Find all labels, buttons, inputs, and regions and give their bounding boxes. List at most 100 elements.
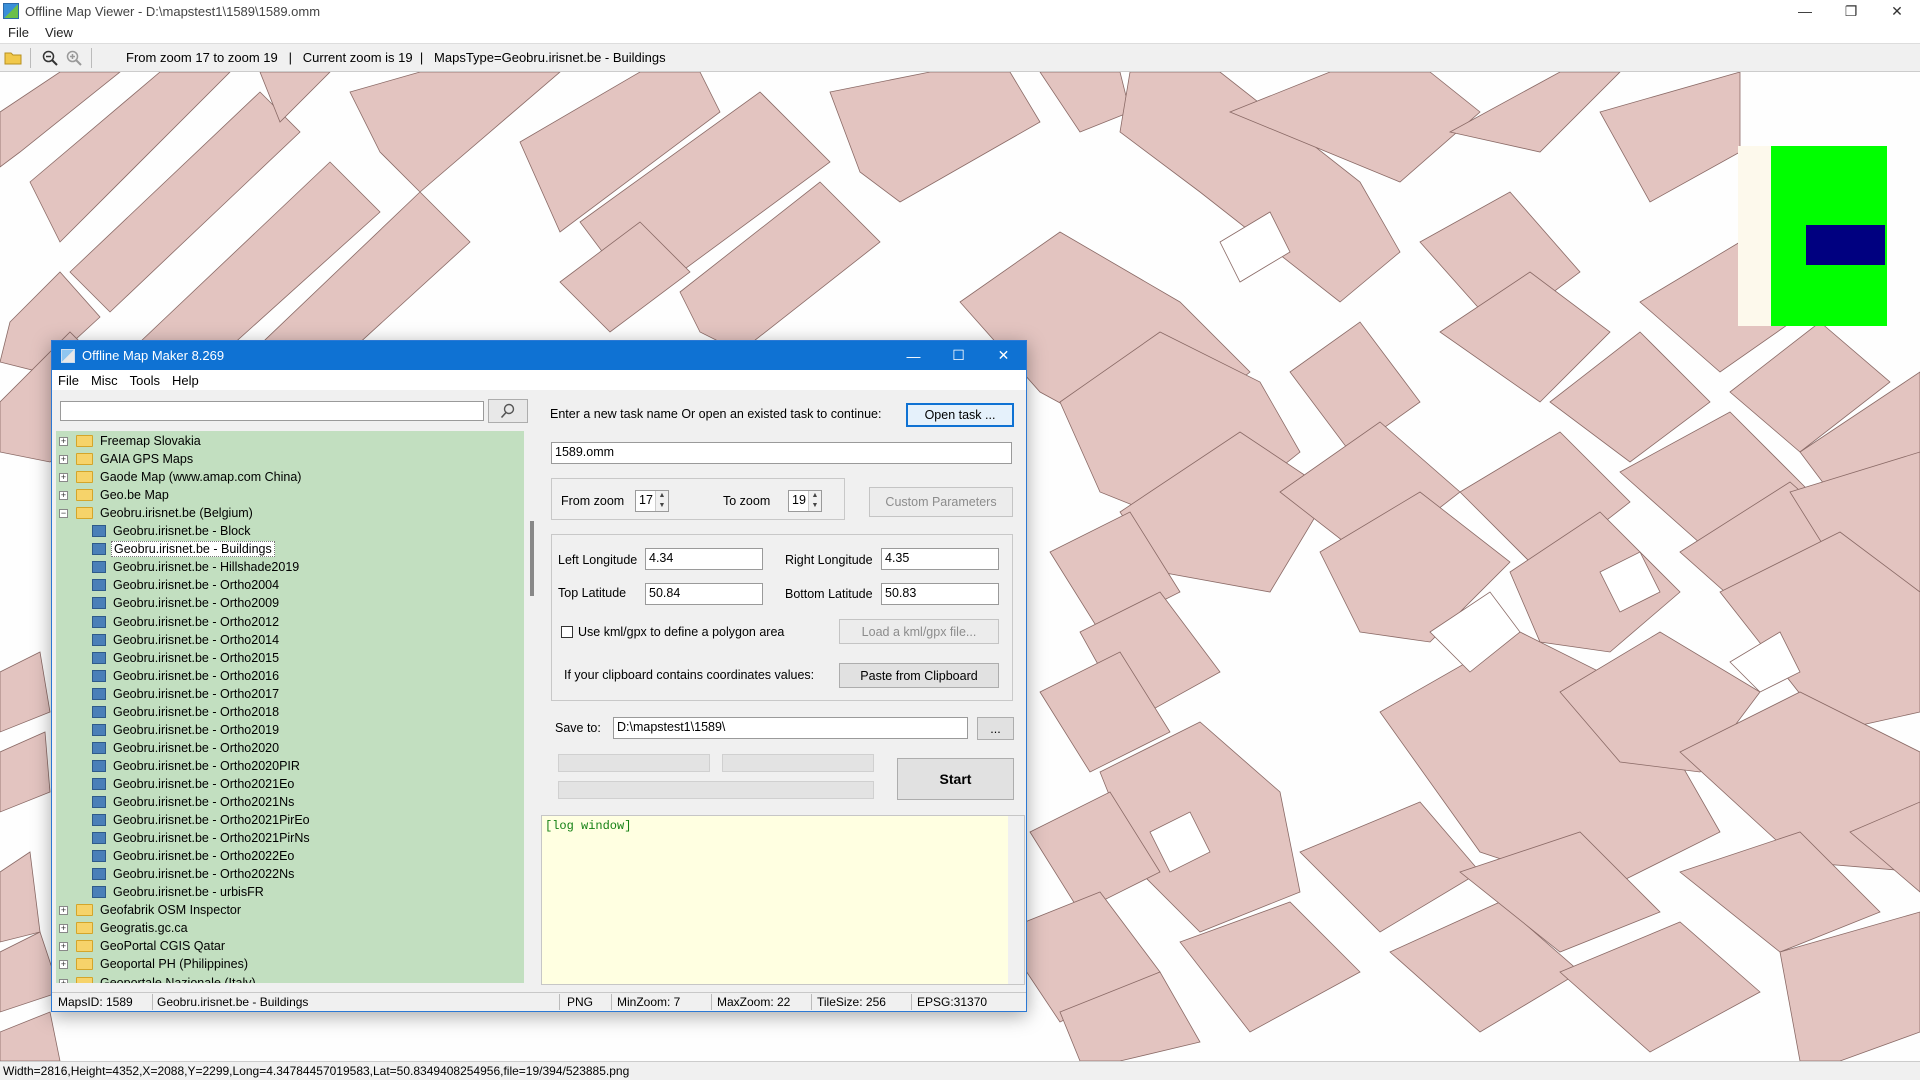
dialog-title: Offline Map Maker 8.269: [82, 348, 225, 363]
zoom-out-icon[interactable]: [39, 47, 61, 69]
map-source-tree[interactable]: + Freemap Slovakia + GAIA GPS Maps + Gaode Ma…: [56, 431, 524, 983]
tree-folder-item[interactable]: + Geofabrik OSM Inspector: [56, 901, 243, 919]
bottom-latitude-label: Bottom Latitude: [785, 587, 873, 601]
map-search-input[interactable]: [60, 401, 484, 421]
expand-icon[interactable]: +: [59, 454, 68, 464]
to-zoom-input[interactable]: 19 ▲ ▼: [788, 490, 822, 512]
tree-folder-item[interactable]: + Gaode Map (www.amap.com China): [56, 468, 303, 486]
from-zoom-down-icon[interactable]: ▼: [655, 501, 668, 511]
tree-map-item[interactable]: Geobru.irisnet.be - Ortho2012: [56, 613, 281, 631]
tree-map-item[interactable]: Geobru.irisnet.be - Ortho2021PirEo: [56, 811, 312, 829]
tree-item-label: Geobru.irisnet.be - Ortho2022Ns: [113, 867, 295, 881]
search-icon: [500, 403, 515, 419]
expand-icon[interactable]: +: [59, 905, 68, 915]
log-window[interactable]: [log window]: [541, 815, 1025, 985]
expand-icon[interactable]: +: [59, 923, 68, 933]
tree-map-item[interactable]: Geobru.irisnet.be - Ortho2019: [56, 721, 281, 739]
tree-map-item[interactable]: Geobru.irisnet.be - Ortho2020PIR: [56, 757, 302, 775]
tree-folder-item[interactable]: + Geoportale Nazionale (Italy): [56, 974, 258, 983]
tree-item-label: Geobru.irisnet.be - Ortho2021Ns: [113, 795, 295, 809]
task-name-input[interactable]: 1589.omm: [551, 442, 1012, 464]
expand-icon[interactable]: +: [59, 959, 68, 969]
folder-icon: [76, 507, 93, 519]
tree-scrollbar[interactable]: [524, 431, 541, 983]
tree-item-label: GAIA GPS Maps: [100, 452, 194, 466]
tree-folder-item[interactable]: + Geoportal PH (Philippines): [56, 955, 250, 973]
tree-folder-item[interactable]: + Geo.be Map: [56, 486, 171, 504]
tree-map-item[interactable]: Geobru.irisnet.be - Block: [56, 522, 253, 540]
dialog-menu-tools[interactable]: Tools: [124, 373, 166, 388]
tree-map-item[interactable]: Geobru.irisnet.be - Ortho2021Ns: [56, 793, 296, 811]
dialog-titlebar[interactable]: Offline Map Maker 8.269 — ☐ ✕: [52, 341, 1026, 370]
expand-icon[interactable]: +: [59, 978, 68, 983]
tree-map-item[interactable]: Geobru.irisnet.be - Ortho2004: [56, 576, 281, 594]
tree-map-item[interactable]: Geobru.irisnet.be - Ortho2014: [56, 631, 281, 649]
use-kml-checkbox[interactable]: [561, 626, 573, 638]
top-latitude-input[interactable]: 50.84: [645, 583, 763, 605]
tree-map-item[interactable]: Geobru.irisnet.be - Ortho2020: [56, 739, 281, 757]
paste-from-clipboard-button[interactable]: Paste from Clipboard: [839, 663, 999, 688]
to-zoom-down-icon[interactable]: ▼: [808, 501, 821, 511]
left-longitude-input[interactable]: 4.34: [645, 548, 763, 570]
tree-folder-item[interactable]: + GAIA GPS Maps: [56, 450, 195, 468]
progress-bar-2: [722, 754, 874, 772]
minimize-button[interactable]: —: [1782, 0, 1828, 22]
zoom-in-icon[interactable]: [63, 47, 85, 69]
dialog-close-button[interactable]: ✕: [981, 341, 1026, 370]
expand-icon[interactable]: +: [59, 490, 68, 500]
tree-folder-item[interactable]: + Geogratis.gc.ca: [56, 919, 190, 937]
right-longitude-input[interactable]: 4.35: [881, 548, 999, 570]
expand-icon[interactable]: +: [59, 436, 68, 446]
tree-map-item[interactable]: Geobru.irisnet.be - urbisFR: [56, 883, 266, 901]
menu-view[interactable]: View: [37, 25, 81, 40]
status-separator: [711, 994, 712, 1010]
from-zoom-input[interactable]: 17 ▲ ▼: [635, 490, 669, 512]
dialog-maximize-button[interactable]: ☐: [936, 341, 981, 370]
maximize-button[interactable]: ❐: [1828, 0, 1874, 22]
log-scrollbar[interactable]: [1008, 816, 1024, 984]
tree-map-item[interactable]: Geobru.irisnet.be - Ortho2021PirNs: [56, 829, 312, 847]
open-task-button[interactable]: Open task ...: [906, 403, 1014, 427]
tree-map-item[interactable]: Geobru.irisnet.be - Ortho2016: [56, 667, 281, 685]
start-button[interactable]: Start: [897, 758, 1014, 800]
expand-icon[interactable]: +: [59, 472, 68, 482]
tree-map-item[interactable]: Geobru.irisnet.be - Hillshade2019: [56, 558, 301, 576]
dialog-app-icon: [61, 348, 75, 363]
tree-folder-item[interactable]: + Freemap Slovakia: [56, 432, 203, 450]
tree-folder-item[interactable]: + GeoPortal CGIS Qatar: [56, 937, 227, 955]
save-to-input[interactable]: D:\mapstest1\1589\: [613, 717, 968, 739]
tree-map-item[interactable]: Geobru.irisnet.be - Ortho2018: [56, 703, 281, 721]
dialog-menu-help[interactable]: Help: [166, 373, 205, 388]
tree-map-item[interactable]: Geobru.irisnet.be - Ortho2015: [56, 649, 281, 667]
custom-parameters-button[interactable]: Custom Parameters: [869, 487, 1013, 517]
open-folder-icon[interactable]: [2, 47, 24, 69]
to-zoom-up-icon[interactable]: ▲: [808, 491, 821, 501]
close-button[interactable]: ✕: [1874, 0, 1920, 22]
viewer-menubar: File View: [0, 22, 1920, 43]
status-epsg: EPSG:31370: [917, 995, 988, 1009]
dialog-menu-misc[interactable]: Misc: [85, 373, 124, 388]
tree-map-item[interactable]: Geobru.irisnet.be - Ortho2009: [56, 594, 281, 612]
collapse-icon[interactable]: −: [59, 508, 68, 518]
tree-item-label: Geobru.irisnet.be - Ortho2009: [113, 596, 280, 610]
overview-minimap[interactable]: [1738, 146, 1887, 326]
tree-item-label: Geobru.irisnet.be - Ortho2016: [113, 669, 280, 683]
menu-file[interactable]: File: [0, 25, 37, 40]
browse-folder-button[interactable]: ...: [977, 717, 1014, 740]
from-zoom-up-icon[interactable]: ▲: [655, 491, 668, 501]
dialog-minimize-button[interactable]: —: [891, 341, 936, 370]
tree-map-item[interactable]: Geobru.irisnet.be - Ortho2022Eo: [56, 847, 296, 865]
search-button[interactable]: [488, 399, 528, 423]
tree-map-item[interactable]: Geobru.irisnet.be - Buildings: [56, 540, 275, 558]
tree-map-item[interactable]: Geobru.irisnet.be - Ortho2022Ns: [56, 865, 296, 883]
bottom-latitude-input[interactable]: 50.83: [881, 583, 999, 605]
tree-scrollbar-thumb[interactable]: [530, 521, 534, 596]
load-kml-button[interactable]: Load a kml/gpx file...: [839, 619, 999, 644]
tree-map-item[interactable]: Geobru.irisnet.be - Ortho2017: [56, 685, 281, 703]
tree-map-item[interactable]: Geobru.irisnet.be - Ortho2021Eo: [56, 775, 296, 793]
folder-icon: [76, 904, 93, 916]
dialog-menu-file[interactable]: File: [52, 373, 85, 388]
tree-folder-item[interactable]: − Geobru.irisnet.be (Belgium): [56, 504, 255, 522]
status-separator: [811, 994, 812, 1010]
expand-icon[interactable]: +: [59, 941, 68, 951]
